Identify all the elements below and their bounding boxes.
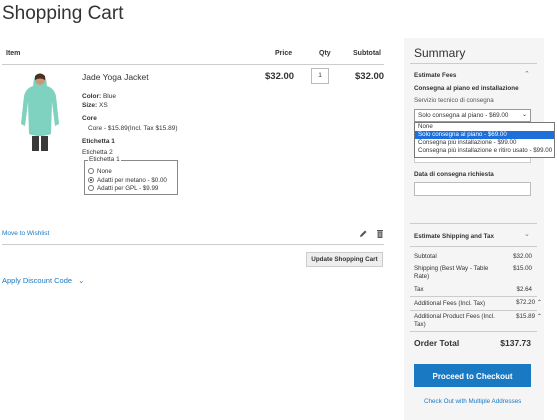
qty-input[interactable]: 1: [311, 68, 329, 84]
header-item: Item: [6, 50, 21, 57]
move-to-wishlist-link[interactable]: Move to Wishlist: [2, 230, 49, 237]
option-core-value: Core - $15.89(Incl. Tax $15.89): [88, 125, 178, 132]
header-subtotal: Subtotal: [353, 50, 381, 57]
summary-panel: [404, 38, 544, 420]
product-fees-value[interactable]: $15.89 ⌃: [516, 313, 542, 320]
header-divider: [2, 64, 384, 65]
proceed-to-checkout-button[interactable]: Proceed to Checkout: [414, 364, 531, 387]
dropdown-option-installation-removal[interactable]: Consegna più installazione e ritiro usat…: [415, 147, 554, 155]
option-etichetta2-label: Etichetta 2: [82, 149, 113, 156]
update-cart-button[interactable]: Update Shopping Cart: [306, 252, 383, 267]
summary-divider: [410, 223, 537, 224]
page-title: Shopping Cart: [2, 3, 124, 24]
order-total-label: Order Total: [414, 338, 460, 348]
summary-divider: [410, 331, 537, 332]
dropdown-option-floor-only[interactable]: Solo consegna al piano - $69.00: [415, 131, 554, 139]
estimate-shipping-toggle[interactable]: Estimate Shipping and Tax: [414, 233, 494, 240]
delivery-label: Consegna al piano ed installazione: [414, 85, 519, 92]
option-color-value: Blue: [102, 93, 116, 100]
option-etichetta1-label: Etichetta 1: [82, 138, 115, 145]
summary-divider: [410, 310, 537, 311]
radio-button[interactable]: [88, 185, 94, 191]
product-fees-label: Additional Product Fees (Incl. Tax): [414, 313, 495, 329]
dropdown-option-none[interactable]: None: [415, 123, 554, 131]
actions-divider: [2, 244, 384, 245]
shipping-label: Shipping (Best Way - Table Rate): [414, 265, 488, 281]
delivery-date-label: Data di consegna richiesta: [414, 171, 494, 178]
chevron-down-icon: ⌄: [78, 276, 85, 285]
shipping-label-line2: Rate): [414, 273, 430, 280]
tax-value: $2.64: [516, 286, 532, 293]
product-fees-amount: $15.89: [516, 313, 536, 320]
dropdown-option-installation[interactable]: Consegna più installazione - $99.00: [415, 139, 554, 147]
fieldset-legend: Etichetta 1: [88, 156, 121, 163]
radio-label: Adatti per metano - $0.00: [97, 177, 167, 184]
item-price: $32.00: [265, 71, 295, 82]
header-price: Price: [275, 50, 293, 57]
option-size-label: Size:: [82, 102, 98, 109]
additional-fees-value[interactable]: $72.20 ⌃: [516, 299, 542, 306]
product-image[interactable]: [20, 72, 60, 152]
product-fees-label-line2: Tax): [414, 321, 426, 328]
header-qty: Qty: [319, 50, 331, 57]
chevron-up-icon: ⌃: [536, 313, 542, 320]
summary-divider: [410, 246, 537, 247]
option-size-value: XS: [98, 102, 108, 109]
chevron-up-icon[interactable]: ⌃: [524, 70, 530, 78]
multi-address-checkout-link[interactable]: Check Out with Multiple Addresses: [424, 398, 521, 405]
delivery-date-input[interactable]: [414, 182, 531, 196]
additional-fees-amount: $72.20: [516, 299, 536, 306]
tax-label: Tax: [414, 286, 424, 293]
option-color-label: Color:: [82, 93, 102, 100]
radio-label: None: [97, 168, 112, 175]
subtotal-label: Subtotal: [414, 253, 437, 260]
estimate-fees-toggle[interactable]: Estimate Fees: [414, 72, 456, 79]
radio-button[interactable]: [88, 168, 94, 174]
service-label: Servizio tecnico di consegna: [414, 97, 494, 104]
option-color: Color: Blue: [82, 93, 116, 100]
select-value: Solo consegna al piano - $69.00: [418, 112, 509, 119]
summary-divider: [410, 63, 537, 64]
option-core-label: Core: [82, 115, 97, 122]
pencil-icon[interactable]: [358, 229, 368, 239]
chevron-down-icon: ⌄: [521, 112, 527, 118]
shipping-value: $15.00: [513, 265, 532, 272]
product-name[interactable]: Jade Yoga Jacket: [82, 72, 149, 82]
radio-option-none[interactable]: None: [88, 168, 112, 175]
radio-option-metano[interactable]: Adatti per metano - $0.00: [88, 177, 167, 184]
radio-button[interactable]: [88, 177, 94, 183]
chevron-up-icon: ⌃: [536, 299, 542, 306]
chevron-down-icon[interactable]: ⌄: [524, 230, 530, 238]
summary-divider: [410, 296, 537, 297]
trash-icon[interactable]: [375, 229, 385, 239]
shipping-label-line1: Shipping (Best Way - Table: [414, 265, 489, 272]
product-fees-label-line1: Additional Product Fees (Incl.: [414, 313, 495, 320]
delivery-service-select[interactable]: Solo consegna al piano - $69.00 ⌄: [414, 109, 531, 122]
radio-label: Adatti per GPL - $9.99: [97, 185, 159, 192]
radio-option-gpl[interactable]: Adatti per GPL - $9.99: [88, 185, 158, 192]
apply-discount-label: Apply Discount Code: [2, 276, 73, 285]
item-subtotal: $32.00: [355, 71, 385, 82]
order-total-value: $137.73: [500, 338, 531, 348]
summary-title: Summary: [414, 46, 466, 60]
additional-fees-label: Additional Fees (Incl. Tax): [414, 300, 486, 307]
option-size: Size: XS: [82, 102, 108, 109]
subtotal-value: $32.00: [513, 253, 532, 260]
apply-discount-toggle[interactable]: Apply Discount Code ⌄: [2, 276, 84, 285]
